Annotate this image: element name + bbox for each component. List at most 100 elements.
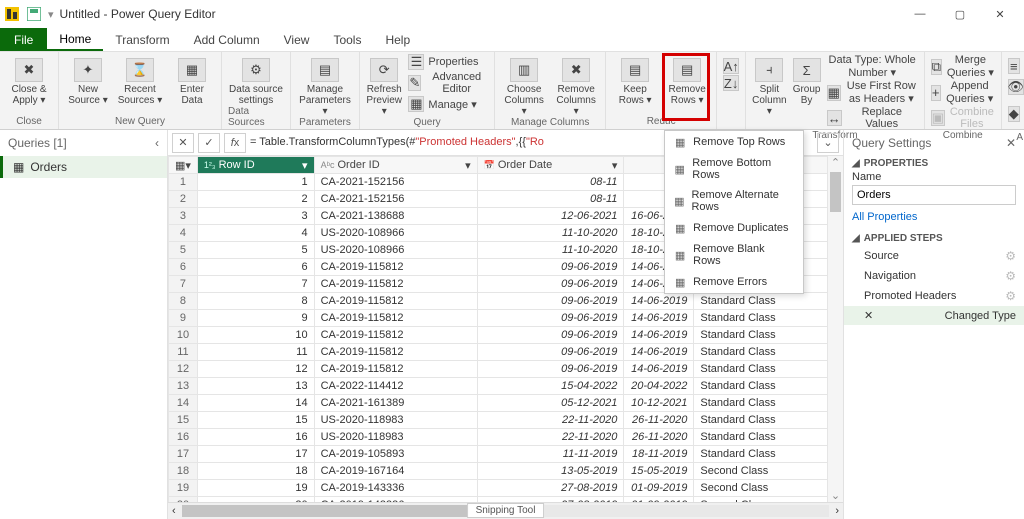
- applied-step[interactable]: Navigation⚙: [844, 266, 1024, 286]
- menu-remove-blank-rows[interactable]: ▦Remove Blank Rows: [665, 239, 803, 271]
- formula-dropdown-icon[interactable]: ⌄: [817, 133, 839, 153]
- group-label-ai: AI Insights: [1016, 132, 1024, 145]
- step-gear-icon[interactable]: ⚙: [1005, 269, 1016, 283]
- refresh-preview-button[interactable]: ⟳Refresh Preview ▾: [366, 54, 402, 117]
- remove-columns-button[interactable]: ✖Remove Columns ▾: [553, 54, 599, 117]
- sort-asc-button[interactable]: A↑: [723, 58, 739, 74]
- applied-step[interactable]: Promoted Headers⚙: [844, 286, 1024, 306]
- group-by-button[interactable]: ΣGroup By: [793, 54, 821, 106]
- tab-help[interactable]: Help: [373, 28, 422, 51]
- table-row[interactable]: 1010CA-2019-11581209-06-201914-06-2019St…: [169, 327, 843, 344]
- col-header-orderdate[interactable]: 📅Order Date ▾: [477, 157, 624, 174]
- enter-data-button[interactable]: ▦Enter Data: [169, 54, 215, 106]
- table-row[interactable]: 1414CA-2021-16138905-12-202110-12-2021St…: [169, 395, 843, 412]
- table-row[interactable]: 1919CA-2019-14333627-08-201901-09-2019Se…: [169, 480, 843, 497]
- menu-remove-errors[interactable]: ▦Remove Errors: [665, 271, 803, 293]
- accept-formula-icon[interactable]: ✓: [198, 133, 220, 153]
- applied-step[interactable]: ✕ Changed Type: [844, 306, 1024, 325]
- combine-files-button[interactable]: ▣Combine Files: [931, 106, 995, 130]
- step-gear-icon[interactable]: ⚙: [1005, 289, 1016, 303]
- choose-columns-button[interactable]: ▥Choose Columns ▾: [501, 54, 547, 117]
- shipmode-cell: Standard Class: [694, 344, 843, 361]
- close-settings-icon[interactable]: ✕: [1006, 136, 1016, 150]
- orderdate-cell: 09-06-2019: [477, 293, 624, 310]
- fx-icon[interactable]: fx: [224, 133, 246, 153]
- row-number-cell: 12: [169, 361, 198, 378]
- maximize-button[interactable]: ▢: [940, 0, 980, 28]
- shipmode-cell: Second Class: [694, 497, 843, 503]
- all-properties-link[interactable]: All Properties: [844, 207, 1024, 227]
- table-row[interactable]: 1818CA-2019-16716413-05-201915-05-2019Se…: [169, 463, 843, 480]
- qat-dropdown-icon[interactable]: ▾: [48, 8, 54, 21]
- group-label-sort: [730, 116, 733, 129]
- tab-transform[interactable]: Transform: [103, 28, 181, 51]
- merge-queries-button[interactable]: ⧉Merge Queries ▾: [931, 54, 995, 79]
- minimize-button[interactable]: ―: [900, 0, 940, 28]
- azure-ml-button[interactable]: ◆Azure Machine Learning: [1008, 96, 1024, 132]
- data-type-button[interactable]: Data Type: Whole Number ▾: [827, 54, 918, 79]
- split-column-button[interactable]: ⫞Split Column ▾: [752, 54, 786, 117]
- vision-button[interactable]: 👁Vision: [1008, 79, 1024, 95]
- data-preview: ✕ ✓ fx = Table.TransformColumnTypes(#"Pr…: [168, 130, 844, 519]
- tab-view[interactable]: View: [272, 28, 322, 51]
- replace-values-button[interactable]: ↔Replace Values: [827, 106, 918, 130]
- properties-section-icon[interactable]: ◢: [852, 158, 860, 169]
- table-row[interactable]: 1111CA-2019-11581209-06-201914-06-2019St…: [169, 344, 843, 361]
- orderid-cell: CA-2019-143336: [314, 497, 477, 503]
- properties-button[interactable]: ☰Properties: [408, 54, 488, 70]
- col-header-orderid[interactable]: AᵇcOrder ID ▾: [314, 157, 477, 174]
- first-row-headers-button[interactable]: ▦Use First Row as Headers ▾: [827, 80, 918, 105]
- orderdate-cell: 13-05-2019: [477, 463, 624, 480]
- append-queries-button[interactable]: +Append Queries ▾: [931, 80, 995, 105]
- remove-dup-icon: ▦: [673, 221, 687, 235]
- vscroll-thumb[interactable]: [830, 172, 841, 212]
- recent-sources-button[interactable]: ⌛Recent Sources ▾: [117, 54, 163, 106]
- cancel-formula-icon[interactable]: ✕: [172, 133, 194, 153]
- menu-remove-alternate-rows[interactable]: ▦Remove Alternate Rows: [665, 185, 803, 217]
- data-source-settings-button[interactable]: ⚙Data source settings: [228, 54, 284, 106]
- orderid-cell: CA-2019-105893: [314, 446, 477, 463]
- shipmode-cell: Standard Class: [694, 395, 843, 412]
- shipdate-cell: 18-11-2019: [624, 446, 694, 463]
- table-row[interactable]: 88CA-2019-11581209-06-201914-06-2019Stan…: [169, 293, 843, 310]
- col-header-rowid[interactable]: 1²₃Row ID ▾: [197, 157, 314, 174]
- close-window-button[interactable]: ✕: [980, 0, 1020, 28]
- shipdate-cell: 14-06-2019: [624, 361, 694, 378]
- tab-tools[interactable]: Tools: [321, 28, 373, 51]
- menu-remove-top-rows[interactable]: ▦Remove Top Rows: [665, 131, 803, 153]
- manage-parameters-button[interactable]: ▤Manage Parameters ▾: [297, 54, 353, 117]
- table-row[interactable]: 1717CA-2019-10589311-11-201918-11-2019St…: [169, 446, 843, 463]
- close-apply-button[interactable]: ✖Close & Apply ▾: [6, 54, 52, 106]
- vertical-scrollbar[interactable]: ⌃ ⌄: [827, 156, 843, 502]
- text-analytics-button[interactable]: ≡Text Analytics: [1008, 54, 1024, 78]
- scroll-right-icon[interactable]: ›: [835, 505, 839, 517]
- step-gear-icon[interactable]: ⚙: [1005, 249, 1016, 263]
- menu-remove-bottom-rows[interactable]: ▦Remove Bottom Rows: [665, 153, 803, 185]
- table-row[interactable]: 2020CA-2019-14333627-08-201901-09-2019Se…: [169, 497, 843, 503]
- table-row[interactable]: 1616US-2020-11898322-11-202026-11-2020St…: [169, 429, 843, 446]
- tab-file[interactable]: File: [0, 28, 47, 51]
- table-row[interactable]: 1515US-2020-11898322-11-202026-11-2020St…: [169, 412, 843, 429]
- manage-button[interactable]: ▦Manage ▾: [408, 96, 488, 112]
- table-row[interactable]: 99CA-2019-11581209-06-201914-06-2019Stan…: [169, 310, 843, 327]
- tab-add-column[interactable]: Add Column: [182, 28, 272, 51]
- keep-rows-button[interactable]: ▤Keep Rows ▾: [612, 54, 658, 106]
- hscroll-thumb[interactable]: [182, 505, 473, 517]
- shipmode-cell: Standard Class: [694, 412, 843, 429]
- applied-step[interactable]: Source⚙: [844, 246, 1024, 266]
- scroll-left-icon[interactable]: ‹: [172, 505, 176, 517]
- tab-home[interactable]: Home: [47, 28, 103, 51]
- col-header-rownum[interactable]: ▦▾: [169, 157, 198, 174]
- advanced-editor-button[interactable]: ✎Advanced Editor: [408, 71, 488, 95]
- collapse-queries-icon[interactable]: ‹: [155, 136, 159, 150]
- save-icon[interactable]: [26, 6, 42, 22]
- table-row[interactable]: 1313CA-2022-11441215-04-202220-04-2022St…: [169, 378, 843, 395]
- table-row[interactable]: 1212CA-2019-11581209-06-201914-06-2019St…: [169, 361, 843, 378]
- new-source-button[interactable]: ✦New Source ▾: [65, 54, 111, 106]
- rowid-cell: 14: [197, 395, 314, 412]
- query-item-orders[interactable]: ▦ Orders: [0, 156, 167, 178]
- query-name-input[interactable]: [852, 185, 1016, 205]
- menu-remove-duplicates[interactable]: ▦Remove Duplicates: [665, 217, 803, 239]
- steps-section-icon[interactable]: ◢: [852, 233, 860, 244]
- sort-desc-button[interactable]: Z↓: [723, 75, 739, 91]
